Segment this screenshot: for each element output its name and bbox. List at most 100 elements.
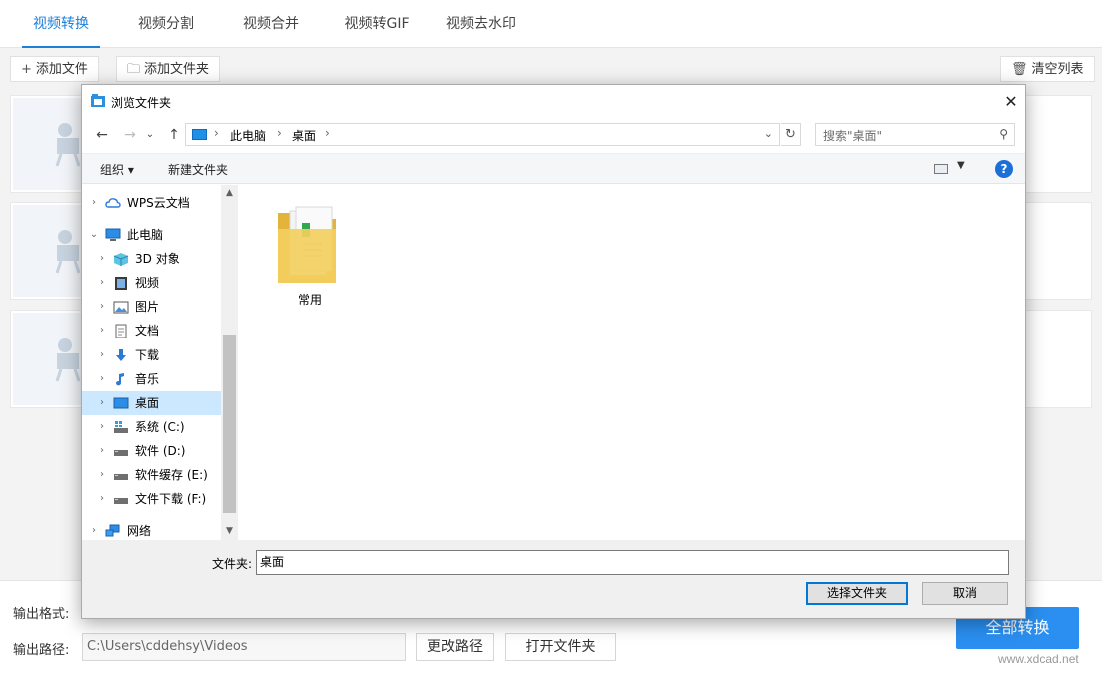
search-placeholder: 搜索"桌面": [823, 129, 883, 143]
breadcrumb-separator-icon: ›: [277, 126, 282, 140]
tree-item-label: WPS云文档: [127, 196, 190, 210]
expand-chevron-icon[interactable]: ›: [96, 415, 108, 439]
folder-item[interactable]: 常用: [270, 199, 350, 309]
tree-item[interactable]: › 3D 对象: [82, 247, 237, 271]
tree-item-label: 文档: [135, 324, 160, 338]
tab-remove-watermark[interactable]: 视频去水印: [438, 0, 524, 48]
browse-folder-dialog: 浏览文件夹 ✕ ← → ⌄ ↑ › 此电脑 › 桌面 › ⌄ ↻ 搜索"桌面" …: [81, 84, 1026, 619]
tree-item[interactable]: › 软件 (D:): [82, 439, 237, 463]
scroll-up-icon[interactable]: ▲: [221, 185, 238, 202]
expand-chevron-icon[interactable]: ›: [96, 247, 108, 271]
output-path-label: 输出路径:: [13, 643, 70, 658]
tree-item[interactable]: › 软件缓存 (E:): [82, 463, 237, 487]
tree-item[interactable]: › 系统 (C:): [82, 415, 237, 439]
plus-icon: +: [21, 62, 32, 77]
cancel-button[interactable]: 取消: [922, 582, 1008, 605]
close-icon[interactable]: ✕: [1000, 91, 1022, 113]
select-folder-button[interactable]: 选择文件夹: [806, 582, 908, 605]
scroll-down-icon[interactable]: ▼: [221, 523, 238, 540]
breadcrumb-separator-icon: ›: [325, 126, 330, 140]
command-bar: 组织 ▾ 新建文件夹 ▼ ?: [82, 153, 1025, 184]
folder-browse-icon: [91, 94, 105, 107]
tab-video-split[interactable]: 视频分割: [128, 0, 204, 48]
dialog-footer: 文件夹: 桌面 选择文件夹 取消: [82, 540, 1025, 618]
expand-chevron-icon[interactable]: ›: [96, 439, 108, 463]
tree-item-label: 软件 (D:): [135, 444, 186, 458]
tree-item-label: 音乐: [135, 372, 160, 386]
tree-item[interactable]: › 桌面: [82, 391, 237, 415]
tree-item[interactable]: › 文件下载 (F:): [82, 487, 237, 511]
tree-item[interactable]: › 下载: [82, 343, 237, 367]
tree-scrollbar[interactable]: ▲ ▼: [221, 185, 238, 540]
change-path-button[interactable]: 更改路径: [416, 633, 494, 661]
3d-objects-icon: [113, 253, 129, 266]
tree-item-label: 网络: [127, 524, 152, 538]
expand-chevron-icon[interactable]: ›: [96, 463, 108, 487]
expand-chevron-icon[interactable]: ›: [96, 319, 108, 343]
expand-chevron-icon[interactable]: ›: [96, 295, 108, 319]
tree-item[interactable]: › 视频: [82, 271, 237, 295]
app-tab-bar: 视频转换 视频分割 视频合并 视频转GIF 视频去水印: [0, 0, 1102, 48]
back-arrow-icon[interactable]: ←: [92, 125, 112, 145]
tree-item[interactable]: › WPS云文档: [82, 191, 237, 215]
dialog-title: 浏览文件夹: [111, 96, 172, 110]
recent-chevron-icon[interactable]: ⌄: [144, 125, 156, 145]
organize-menu[interactable]: 组织 ▾: [100, 161, 134, 178]
tree-item[interactable]: › 网络: [82, 519, 237, 540]
breadcrumb-desktop[interactable]: 桌面: [292, 127, 316, 144]
tree-item-label: 图片: [135, 300, 160, 314]
tree-item[interactable]: ⌄ 此电脑: [82, 223, 237, 247]
tab-video-to-gif[interactable]: 视频转GIF: [337, 0, 417, 48]
tab-video-convert[interactable]: 视频转换: [22, 0, 100, 48]
folder-item-label: 常用: [297, 293, 322, 307]
add-file-button[interactable]: + 添加文件: [10, 56, 99, 82]
expand-chevron-icon[interactable]: ›: [96, 391, 108, 415]
forward-arrow-icon[interactable]: →: [120, 125, 140, 145]
view-mode-icon[interactable]: [934, 164, 948, 174]
scrollbar-thumb[interactable]: [223, 335, 236, 513]
computer-icon: [192, 129, 207, 140]
open-folder-button[interactable]: 打开文件夹: [505, 633, 616, 661]
video-folder-icon: [115, 277, 127, 290]
collapse-chevron-icon[interactable]: ⌄: [88, 223, 100, 247]
folder-field-label: 文件夹:: [212, 557, 253, 571]
trash-icon: 🗑: [1011, 62, 1028, 77]
view-dropdown-icon[interactable]: ▼: [957, 160, 965, 171]
expand-chevron-icon[interactable]: ›: [96, 367, 108, 391]
output-format-label: 输出格式:: [13, 607, 70, 622]
tree-item-label: 软件缓存 (E:): [135, 468, 208, 482]
address-bar[interactable]: › 此电脑 › 桌面 › ⌄: [185, 123, 780, 146]
help-icon[interactable]: ?: [995, 160, 1013, 178]
up-arrow-icon[interactable]: ↑: [164, 125, 184, 145]
tree-item-label: 视频: [135, 276, 160, 290]
documents-folder-icon: [115, 324, 127, 338]
folder-icon: [278, 206, 336, 283]
breadcrumb-this-pc[interactable]: 此电脑: [230, 127, 266, 144]
search-box[interactable]: 搜索"桌面" ⚲: [815, 123, 1015, 146]
navigation-row: ← → ⌄ ↑ › 此电脑 › 桌面 › ⌄ ↻ 搜索"桌面" ⚲: [82, 121, 1025, 149]
site-watermark: www.xdcad.net: [998, 652, 1079, 666]
computer-icon: [105, 228, 121, 241]
tree-item[interactable]: › 文档: [82, 319, 237, 343]
search-icon: ⚲: [999, 127, 1008, 141]
expand-chevron-icon[interactable]: ›: [96, 343, 108, 367]
expand-chevron-icon[interactable]: ›: [88, 191, 100, 215]
desktop-folder-icon: [113, 397, 129, 409]
output-path-field[interactable]: C:\Users\cddehsy\Videos: [82, 633, 406, 661]
address-dropdown-icon[interactable]: ⌄: [764, 127, 773, 140]
add-file-label: 添加文件: [35, 62, 88, 77]
new-folder-button[interactable]: 新建文件夹: [168, 161, 228, 178]
expand-chevron-icon[interactable]: ›: [96, 487, 108, 511]
add-folder-button[interactable]: 🗀 添加文件夹: [116, 56, 221, 82]
expand-chevron-icon[interactable]: ›: [96, 271, 108, 295]
clear-list-button[interactable]: 🗑 清空列表: [1000, 56, 1095, 82]
tree-item[interactable]: › 图片: [82, 295, 237, 319]
pictures-folder-icon: [113, 301, 129, 314]
folder-name-input[interactable]: 桌面: [256, 550, 1009, 575]
expand-chevron-icon[interactable]: ›: [88, 519, 100, 540]
tree-item[interactable]: › 音乐: [82, 367, 237, 391]
cloud-icon: [105, 198, 121, 208]
tab-video-merge[interactable]: 视频合并: [233, 0, 309, 48]
refresh-icon[interactable]: ↻: [781, 123, 801, 146]
folder-content-pane: 常用: [240, 185, 1025, 540]
